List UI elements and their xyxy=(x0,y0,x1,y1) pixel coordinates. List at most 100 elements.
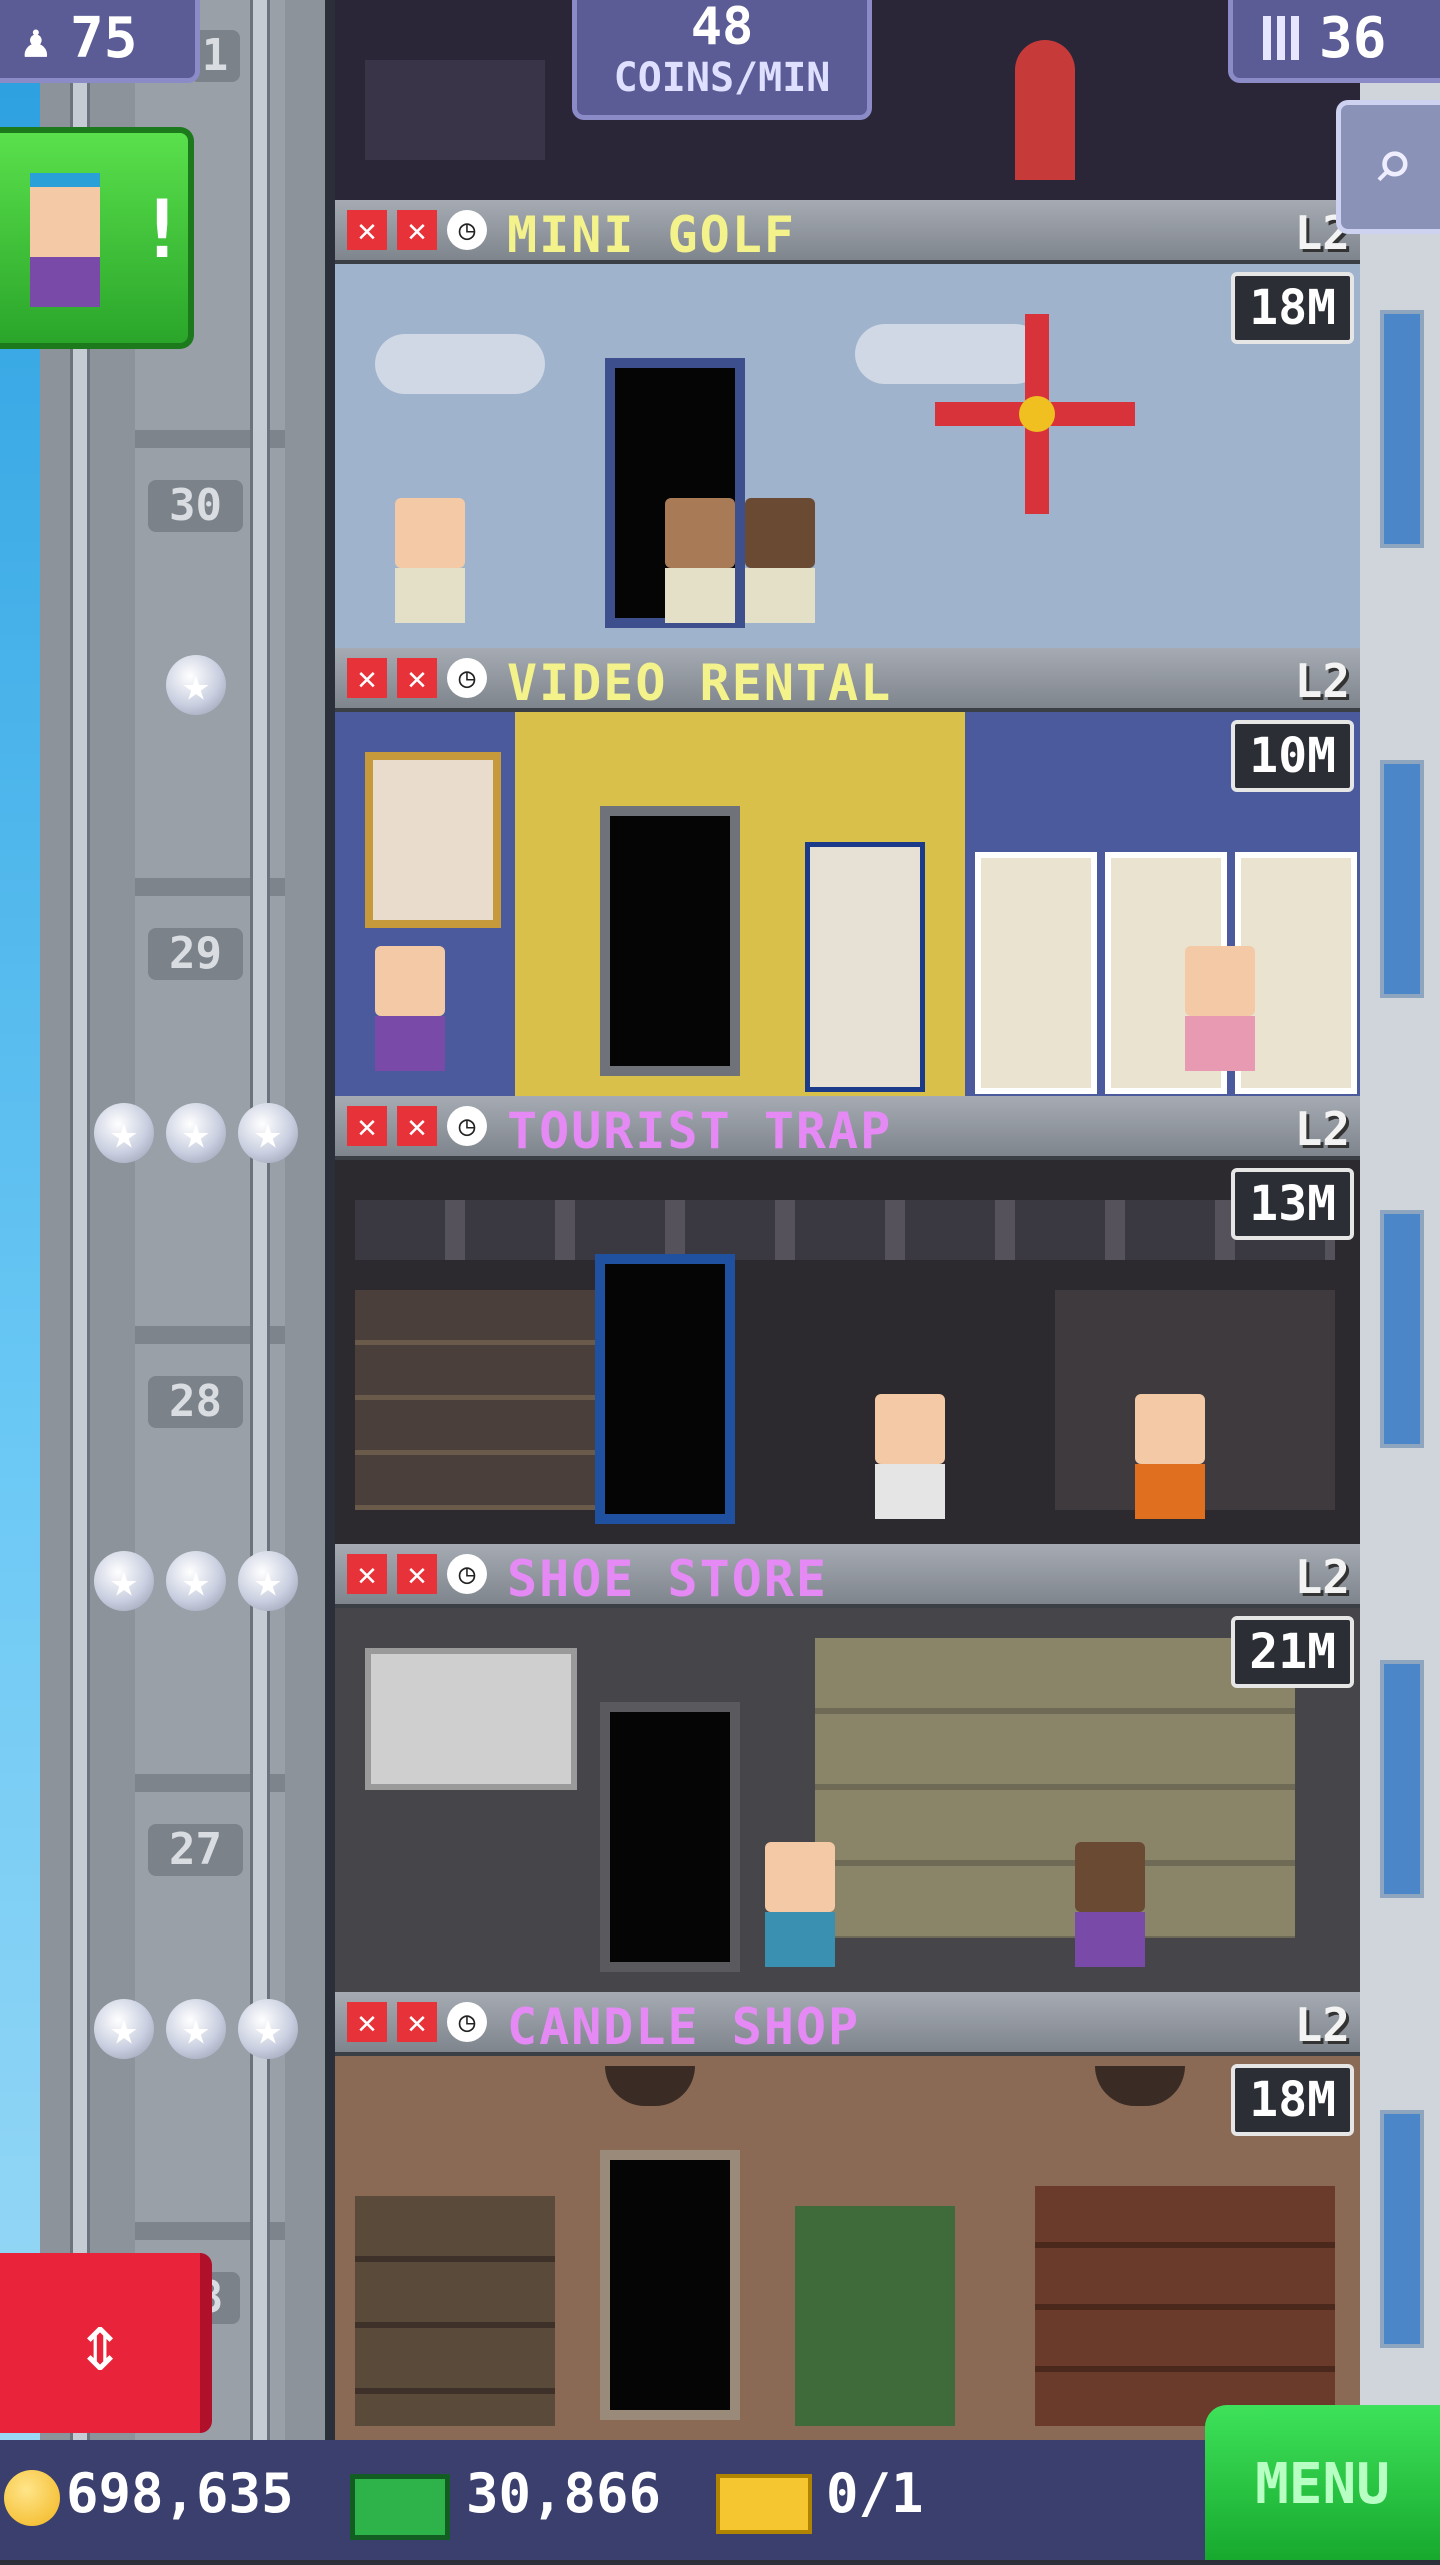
candle-shelf xyxy=(355,2196,555,2426)
star-icon: ★ xyxy=(166,1551,226,1611)
cloud-decoration xyxy=(375,334,545,394)
floor-shoe-store[interactable]: ✕ ✕ ◷ SHOE STORE L2 21M xyxy=(335,1544,1360,1992)
video-shelf xyxy=(975,852,1097,1094)
star-icon: ★ xyxy=(94,1999,154,2059)
clock-icon: ◷ xyxy=(447,2002,487,2042)
bux-value: 30,866 xyxy=(466,2462,662,2525)
floor-video-rental[interactable]: ✕ ✕ ◷ VIDEO RENTAL L2 10M xyxy=(335,648,1360,1096)
bitizen[interactable] xyxy=(765,1842,835,1967)
bitizen[interactable] xyxy=(375,946,445,1071)
floor-level: L2 xyxy=(1294,1102,1350,1156)
up-down-arrows-icon: ⇕ xyxy=(75,2296,125,2389)
floor-door xyxy=(600,806,740,1076)
bitizen[interactable] xyxy=(1015,40,1075,180)
floor-name: TOURIST TRAP xyxy=(507,1102,893,1160)
bitizen[interactable] xyxy=(1135,1394,1205,1519)
star-icon: ★ xyxy=(94,1103,154,1163)
star-icon: ★ xyxy=(94,1551,154,1611)
menu-button[interactable]: MENU xyxy=(1205,2405,1440,2560)
floor-name: VIDEO RENTAL xyxy=(507,654,893,712)
out-of-stock-icon: ✕ xyxy=(397,1106,437,1146)
building-window xyxy=(1380,2110,1424,2348)
floor-name: CANDLE SHOP xyxy=(507,1998,861,2056)
floor-stars: ★ ★ ★ xyxy=(94,1103,298,1163)
clock-icon: ◷ xyxy=(447,1554,487,1594)
floor-name: SHOE STORE xyxy=(507,1550,829,1608)
floor-room xyxy=(335,2056,1360,2440)
floor-banner xyxy=(335,200,1360,264)
out-of-stock-icon: ✕ xyxy=(397,1554,437,1594)
magnifier-icon[interactable]: ⌕ xyxy=(1336,100,1440,234)
clock-icon: ◷ xyxy=(447,658,487,698)
restock-timer: 13M xyxy=(1231,1168,1354,1240)
shoe-wall xyxy=(815,1638,1295,1938)
floor-room xyxy=(335,712,1360,1096)
population-counter[interactable]: ♟ 75 xyxy=(0,0,200,83)
floor-door xyxy=(595,1254,735,1524)
arcade-cabinet xyxy=(805,842,925,1092)
floors-counter[interactable]: 36 xyxy=(1228,0,1440,83)
floor-level: L2 xyxy=(1294,654,1350,708)
elevator-shaft xyxy=(40,0,359,2440)
floor-door xyxy=(600,2150,740,2420)
out-of-stock-icon: ✕ xyxy=(347,2002,387,2042)
building-window xyxy=(1380,760,1424,998)
coins-per-min-label: COINS/MIN xyxy=(613,55,831,101)
coins-per-min-display[interactable]: 48 COINS/MIN xyxy=(572,0,872,120)
out-of-stock-icon: ✕ xyxy=(347,210,387,250)
floor-stars: ★ xyxy=(166,655,226,715)
out-of-stock-icon: ✕ xyxy=(347,1106,387,1146)
star-icon: ★ xyxy=(238,1551,298,1611)
clock-icon: ◷ xyxy=(447,1106,487,1146)
out-of-stock-icon: ✕ xyxy=(397,658,437,698)
ticket-icon[interactable] xyxy=(716,2474,812,2534)
restock-timer: 18M xyxy=(1231,272,1354,344)
building-window xyxy=(1380,310,1424,548)
merch-rack xyxy=(355,1200,1335,1260)
floor-number: 27 xyxy=(148,1824,243,1876)
floor-stars: ★ ★ ★ xyxy=(94,1999,298,2059)
bitizen-avatar-icon xyxy=(30,173,100,257)
ceiling-lamp xyxy=(605,2066,695,2106)
restock-timer: 10M xyxy=(1231,720,1354,792)
star-icon: ★ xyxy=(166,1103,226,1163)
floors-value: 36 xyxy=(1319,6,1387,71)
tickets-value: 0/1 xyxy=(826,2462,924,2525)
out-of-stock-icon: ✕ xyxy=(347,658,387,698)
ceiling-lamp xyxy=(1095,2066,1185,2106)
bitizen[interactable] xyxy=(1075,1842,1145,1967)
bitizen[interactable] xyxy=(1185,946,1255,1071)
shaft-rail-right xyxy=(250,0,270,2440)
floor-number: 30 xyxy=(148,480,243,532)
floor-room xyxy=(335,264,1360,648)
bux-icon[interactable] xyxy=(350,2474,450,2540)
bitizen[interactable] xyxy=(745,498,815,623)
candle-table xyxy=(795,2206,955,2426)
population-value: 75 xyxy=(70,6,138,71)
mission-button[interactable]: ! xyxy=(0,127,194,349)
floor-mini-golf[interactable]: ✕ ✕ ◷ MINI GOLF L2 18M xyxy=(335,200,1360,648)
bitizen[interactable] xyxy=(395,498,465,623)
floor-level: L2 xyxy=(1294,1998,1350,2052)
star-icon: ★ xyxy=(166,655,226,715)
building-window xyxy=(1380,1210,1424,1448)
bitizen[interactable] xyxy=(665,498,735,623)
bitizen[interactable] xyxy=(875,1394,945,1519)
coin-icon xyxy=(4,2470,60,2526)
floor-level: L2 xyxy=(1294,1550,1350,1604)
shaft-rail-left xyxy=(70,0,90,2440)
coins-per-min-value: 48 xyxy=(690,0,754,57)
person-icon: ♟ xyxy=(22,14,50,68)
coins-value: 698,635 xyxy=(66,2462,294,2525)
restock-timer: 18M xyxy=(1231,2064,1354,2136)
movie-poster xyxy=(365,752,501,928)
floor-number: 28 xyxy=(148,1376,243,1428)
restock-timer: 21M xyxy=(1231,1616,1354,1688)
avatar-body xyxy=(30,257,100,307)
star-icon: ★ xyxy=(238,1103,298,1163)
elevator-button[interactable]: ⇕ xyxy=(0,2253,212,2433)
floor-room xyxy=(335,1608,1360,1992)
floor-tourist-trap[interactable]: ✕ ✕ ◷ TOURIST TRAP L2 13M xyxy=(335,1096,1360,1544)
floor-banner xyxy=(335,1544,1360,1608)
floor-candle-shop[interactable]: ✕ ✕ ◷ CANDLE SHOP L2 18M xyxy=(335,1992,1360,2440)
